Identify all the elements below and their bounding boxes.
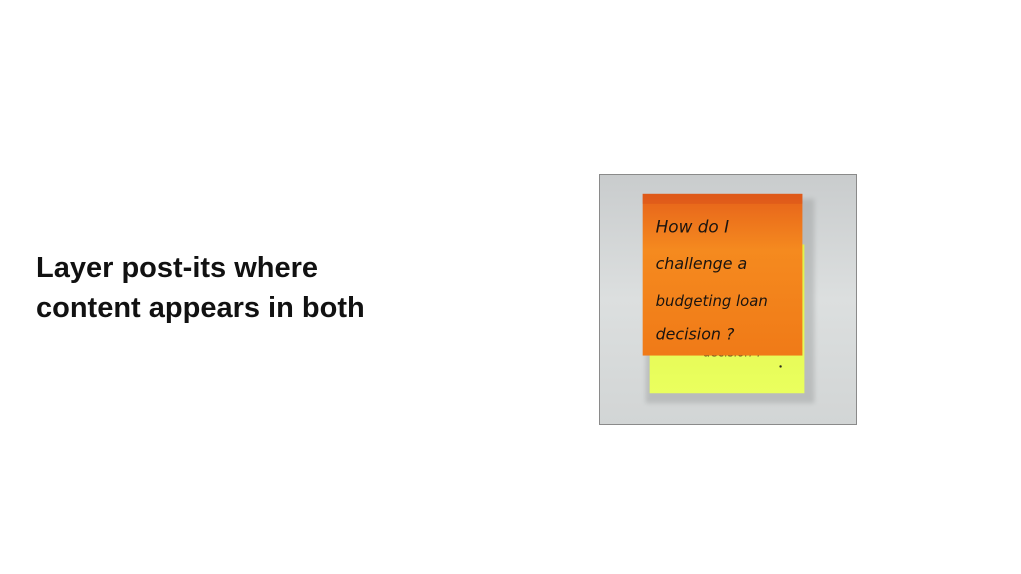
- front-note-adhesive-strip: [642, 193, 803, 204]
- slide-caption: Layer post-its where content appears in …: [36, 248, 496, 328]
- caption-line-1: Layer post-its where: [36, 252, 319, 284]
- slide: Layer post-its where content appears in …: [0, 0, 1021, 574]
- post-it-photo: decision ? How do I challenge a budgetin…: [599, 174, 857, 425]
- front-note-line-3: budgeting loan: [656, 292, 768, 310]
- back-note-dot: [779, 365, 782, 368]
- front-note-line-4: decision ?: [656, 325, 735, 344]
- front-note-line-2: challenge a: [656, 254, 748, 273]
- front-note-line-1: How do I: [656, 217, 730, 237]
- caption-line-2: content appears in both: [36, 292, 365, 324]
- layered-post-its-image: decision ? How do I challenge a budgetin…: [600, 175, 856, 424]
